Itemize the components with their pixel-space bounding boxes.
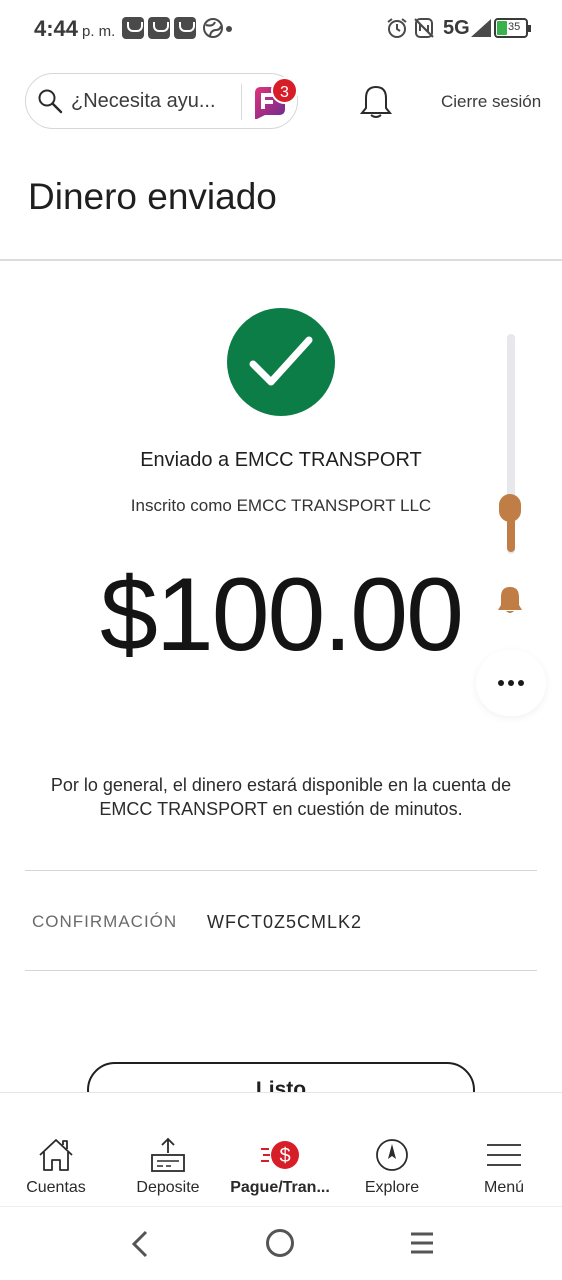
nav-label: Menú bbox=[483, 1179, 525, 1196]
confirmation-number: WFCT0Z5CMLK2 bbox=[207, 912, 363, 932]
notifications-bell-icon[interactable] bbox=[359, 84, 393, 120]
nav-label: Pague/Tran... bbox=[230, 1179, 330, 1196]
nav-item-explore[interactable]: Explore bbox=[336, 1093, 448, 1207]
home-button-icon[interactable] bbox=[266, 1229, 294, 1257]
nav-item-menu[interactable]: Menú bbox=[448, 1093, 560, 1207]
system-nav-bar bbox=[0, 1206, 562, 1280]
enrolled-as-text: Inscrito como EMCC TRANSPORT LLC bbox=[130, 496, 432, 515]
app-notification-icon bbox=[122, 17, 144, 39]
recent-apps-icon[interactable] bbox=[409, 1231, 435, 1255]
status-time: 4:44 bbox=[34, 16, 79, 41]
battery-icon: 35 bbox=[494, 18, 531, 38]
back-icon[interactable] bbox=[128, 1229, 152, 1259]
globe-icon bbox=[203, 18, 223, 38]
svg-text:$: $ bbox=[279, 1145, 290, 1167]
bottom-nav: Cuentas Deposite $ Pague/Tran... Explore… bbox=[0, 1092, 562, 1206]
availability-notice: Por lo general, el dinero estará disponi… bbox=[50, 775, 512, 819]
signal-icon bbox=[471, 19, 491, 37]
nav-item-accounts[interactable]: Cuentas bbox=[0, 1093, 112, 1207]
search-divider bbox=[241, 84, 242, 120]
logout-link[interactable]: Cierre sesión bbox=[441, 92, 541, 112]
deposit-icon bbox=[151, 1137, 185, 1172]
status-bar: 4:44 p. m. 5G 35 bbox=[0, 0, 562, 58]
page-title: Dinero enviado bbox=[28, 176, 277, 217]
side-bell-icon[interactable] bbox=[496, 584, 524, 616]
search-icon bbox=[38, 89, 63, 114]
nav-label: Deposite bbox=[136, 1179, 200, 1196]
nav-item-pay-transfer[interactable]: $ Pague/Tran... bbox=[224, 1093, 336, 1207]
search-input[interactable]: ¿Necesita ayu... bbox=[71, 90, 216, 113]
search-bar[interactable]: ¿Necesita ayu... 3 bbox=[25, 73, 298, 129]
nfc-icon bbox=[414, 18, 434, 38]
compass-icon bbox=[376, 1139, 408, 1171]
app-notification-icon bbox=[148, 17, 170, 39]
sent-amount: $100.00 bbox=[100, 557, 464, 673]
alarm-icon bbox=[387, 18, 407, 38]
more-options-button[interactable] bbox=[476, 650, 546, 716]
home-icon bbox=[39, 1139, 73, 1171]
side-slider-handle[interactable] bbox=[499, 494, 521, 522]
divider bbox=[25, 870, 537, 871]
more-notifications-dot bbox=[226, 26, 232, 32]
title-divider bbox=[0, 259, 562, 261]
success-check-icon bbox=[227, 308, 335, 416]
nav-label: Cuentas bbox=[26, 1179, 86, 1196]
network-type: 5G bbox=[443, 17, 470, 39]
assistant-badge: 3 bbox=[271, 77, 298, 104]
app-notification-icon bbox=[174, 17, 196, 39]
nav-label: Explore bbox=[364, 1179, 420, 1196]
divider bbox=[25, 970, 537, 971]
nav-item-deposit[interactable]: Deposite bbox=[112, 1093, 224, 1207]
confirmation-label: CONFIRMACIÓN bbox=[32, 912, 178, 931]
pay-transfer-icon: $ bbox=[261, 1141, 299, 1169]
battery-level: 35 bbox=[508, 21, 521, 33]
recipient-text: Enviado a EMCC TRANSPORT bbox=[140, 449, 422, 471]
status-ampm: p. m. bbox=[82, 23, 116, 40]
hamburger-icon bbox=[487, 1144, 521, 1166]
